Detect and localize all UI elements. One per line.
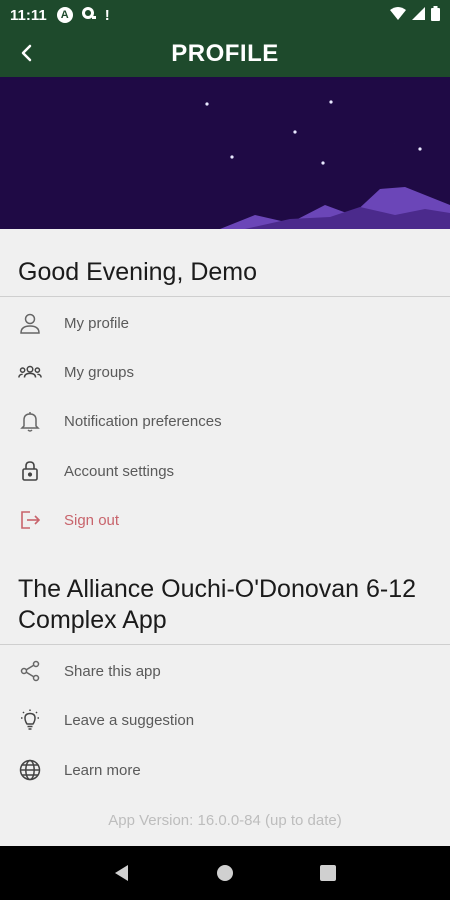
triangle-back-icon	[114, 865, 128, 881]
divider	[0, 644, 450, 645]
globe-icon	[18, 758, 42, 782]
page-title: PROFILE	[171, 39, 279, 67]
menu-item-sign-out[interactable]: Sign out	[0, 497, 450, 543]
menu-item-my-groups[interactable]: My groups	[0, 349, 450, 395]
square-recents-icon	[320, 865, 337, 881]
nav-recents-button[interactable]	[316, 861, 340, 885]
app-version-text: App Version: 16.0.0-84 (up to date)	[108, 812, 342, 829]
menu-label: Share this app	[64, 662, 161, 680]
battery-icon	[431, 5, 440, 25]
app-name-heading: The Alliance Ouchi-O'Donovan 6-12 Comple…	[18, 575, 417, 634]
menu-label: Sign out	[64, 511, 120, 529]
menu-label: Account settings	[64, 462, 175, 480]
wifi-icon	[390, 6, 406, 24]
sign-out-icon	[18, 508, 42, 532]
menu-label: Notification preferences	[64, 412, 222, 430]
notification-icon	[81, 6, 97, 24]
menu-label: My groups	[64, 363, 135, 381]
app-bar: PROFILE	[0, 30, 450, 77]
signal-icon	[412, 6, 425, 24]
lightbulb-icon	[18, 708, 42, 732]
moon-icon	[362, 101, 406, 149]
nav-home-button[interactable]	[213, 861, 237, 885]
group-icon	[18, 360, 42, 384]
lock-icon	[18, 459, 42, 483]
menu-item-share-app[interactable]: Share this app	[0, 648, 450, 694]
menu-item-my-profile[interactable]: My profile	[0, 300, 450, 346]
divider	[0, 296, 450, 297]
menu-item-account-settings[interactable]: Account settings	[0, 448, 450, 494]
menu-label: Leave a suggestion	[64, 711, 195, 729]
nav-back-button[interactable]	[110, 861, 134, 885]
profile-screen: 11:11 A ! PROFILE Good Evening, Demo My …	[0, 0, 450, 900]
circle-home-icon	[216, 865, 233, 881]
person-icon	[18, 311, 42, 335]
a-notification-icon: A	[56, 7, 73, 23]
greeting-text: Good Evening, Demo	[18, 258, 258, 286]
back-arrow-icon	[21, 44, 32, 62]
system-nav-bar	[0, 846, 450, 900]
menu-label: Learn more	[64, 761, 141, 779]
alert-icon: !	[104, 6, 110, 24]
night-sky-banner	[0, 77, 450, 229]
back-button[interactable]	[12, 38, 42, 68]
status-bar: 11:11 A !	[0, 0, 450, 30]
menu-item-notification-preferences[interactable]: Notification preferences	[0, 398, 450, 444]
menu-label: My profile	[64, 314, 130, 332]
menu-item-leave-suggestion[interactable]: Leave a suggestion	[0, 697, 450, 743]
status-time: 11:11	[10, 6, 47, 24]
stars	[205, 100, 422, 165]
share-icon	[18, 659, 42, 683]
menu-item-learn-more[interactable]: Learn more	[0, 747, 450, 793]
bell-icon	[18, 409, 42, 433]
